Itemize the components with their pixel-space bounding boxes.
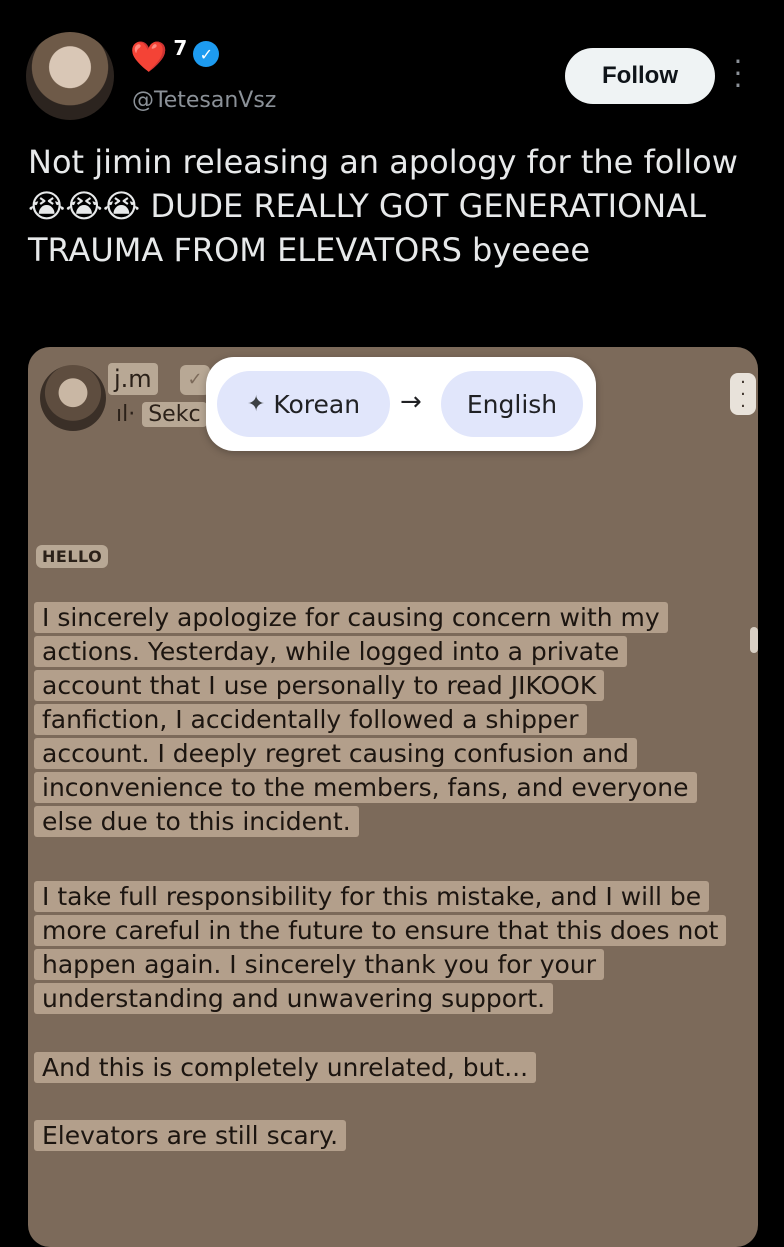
apology-paragraph-4: Elevators are still scary. <box>34 1119 724 1153</box>
apology-paragraph-2: I take full responsibility for this mist… <box>34 880 727 1016</box>
source-language-button[interactable]: ✦ Korean <box>217 371 390 437</box>
tweet-text: Not jimin releasing an apology for the f… <box>28 143 738 269</box>
verified-badge-icon: ✓ <box>193 41 220 67</box>
translate-bar: ✦ Korean → English <box>206 357 596 451</box>
hello-label: HELLO <box>36 545 109 568</box>
attached-image[interactable]: j.m ✓ ıl· Sekc · · · ✦ Korean → English HE… <box>28 347 758 1247</box>
sparkle-icon: ✦ <box>246 391 266 417</box>
follow-button[interactable]: Follow <box>565 48 715 104</box>
paragraph-text: And this is completely unrelated, but... <box>34 1052 537 1083</box>
paragraph-text: I sincerely apologize for causing concer… <box>34 602 697 837</box>
target-language-button[interactable]: English <box>441 371 583 437</box>
display-name[interactable]: ❤️ 7 ✓ <box>130 36 220 78</box>
media-more-icon[interactable]: · · · <box>730 373 756 416</box>
media-username: j.m <box>108 363 158 395</box>
scroll-handle[interactable] <box>750 627 758 653</box>
author-avatar[interactable] <box>26 32 114 120</box>
media-avatar <box>40 365 106 431</box>
paragraph-text: I take full responsibility for this mist… <box>34 881 727 1014</box>
audio-bars-icon: ıl· <box>116 402 136 427</box>
heart-emoji: ❤️ <box>130 40 168 75</box>
target-language-label: English <box>466 389 558 419</box>
more-options-icon[interactable]: · · · <box>728 48 748 100</box>
arrow-right-icon: → <box>400 387 422 417</box>
media-subtitle: ıl· Sekc <box>116 399 207 431</box>
display-name-number: 7 <box>173 36 188 60</box>
media-subtitle-text: Sekc <box>142 402 207 427</box>
author-handle[interactable]: @TetesanVsz <box>132 88 276 113</box>
paragraph-text: Elevators are still scary. <box>34 1120 347 1151</box>
source-language-label: Korean <box>273 389 361 419</box>
apology-paragraph-1: I sincerely apologize for causing concer… <box>34 601 697 839</box>
apology-paragraph-3: And this is completely unrelated, but... <box>34 1051 724 1085</box>
